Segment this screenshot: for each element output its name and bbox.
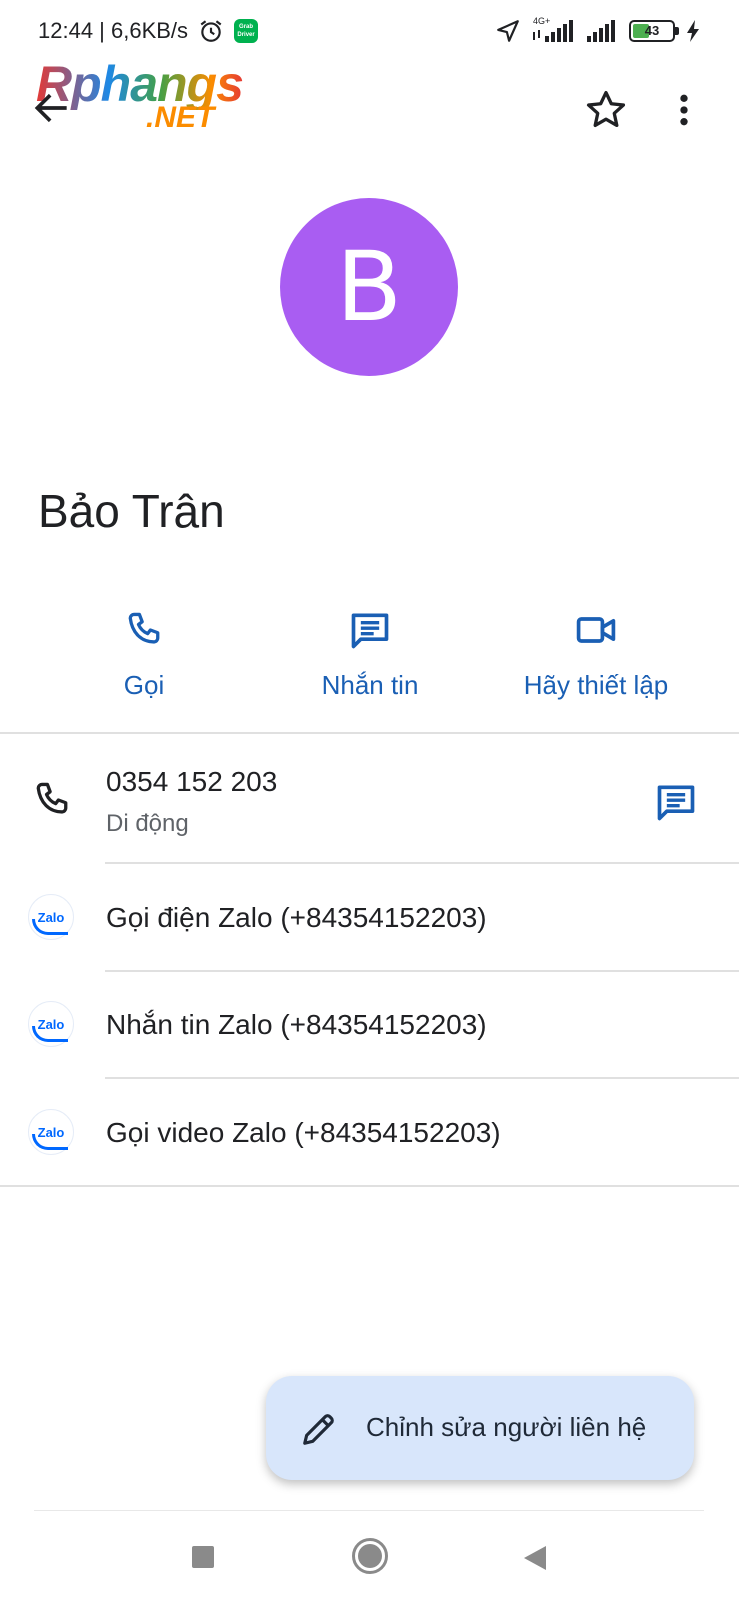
contact-name: Bảo Trân [38, 485, 225, 537]
location-arrow-icon [497, 20, 519, 42]
phone-icon [128, 612, 160, 644]
alarm-icon [200, 20, 222, 42]
nav-divider [34, 1510, 704, 1511]
grab-driver-icon: Grab Driver [234, 19, 259, 43]
call-action-button[interactable]: Gọi [44, 608, 244, 701]
message-icon[interactable] [654, 780, 698, 824]
divider [105, 970, 739, 972]
status-right: 4G+ 43 [495, 16, 701, 44]
zalo-icon: Zalo [28, 1109, 74, 1155]
net-type-label: 4G+ [533, 16, 551, 26]
divider [105, 1077, 739, 1079]
phone-row[interactable]: 0354 152 203 Di động [0, 766, 739, 846]
video-action-button[interactable]: Hãy thiết lập [496, 608, 696, 701]
divider [0, 1185, 739, 1187]
message-icon [351, 613, 389, 649]
zalo-video-label: Gọi video Zalo (+84354152203) [106, 1117, 501, 1148]
edit-pencil-icon [303, 1414, 334, 1445]
phone-icon [36, 782, 68, 814]
video-icon [576, 617, 616, 643]
more-vert-icon[interactable] [664, 88, 704, 132]
recents-square-icon[interactable] [192, 1546, 214, 1568]
zalo-icon: Zalo [28, 894, 74, 940]
message-action-button[interactable]: Nhắn tin [270, 608, 470, 701]
edit-contact-label: Chỉnh sửa người liên hệ [366, 1412, 647, 1442]
edit-contact-button[interactable]: Chỉnh sửa người liên hệ [266, 1376, 694, 1480]
video-action-label: Hãy thiết lập [523, 670, 669, 700]
signal-4g-icon: 4G+ [531, 16, 575, 44]
arrow-back-icon[interactable] [30, 86, 74, 130]
divider [105, 862, 739, 864]
message-action-label: Nhắn tin [321, 670, 419, 700]
phone-number: 0354 152 203 [106, 766, 278, 797]
battery-icon: 43 [629, 20, 679, 42]
star-outline-icon[interactable] [584, 88, 628, 132]
status-left: 12:44 | 6,6KB/s Grab Driver [38, 18, 259, 44]
signal-icon [587, 20, 615, 42]
charging-bolt-icon [687, 20, 699, 42]
zalo-icon: Zalo [28, 1001, 74, 1047]
battery-level: 43 [644, 23, 660, 38]
zalo-message-row[interactable]: Zalo Nhắn tin Zalo (+84354152203) [0, 993, 739, 1053]
zalo-call-row[interactable]: Zalo Gọi điện Zalo (+84354152203) [0, 886, 739, 946]
phone-type: Di động [106, 810, 189, 837]
home-circle-icon[interactable] [352, 1538, 388, 1574]
call-action-label: Gọi [123, 670, 165, 700]
avatar: B [280, 198, 458, 376]
nav-back-triangle-icon[interactable] [522, 1544, 548, 1572]
zalo-message-label: Nhắn tin Zalo (+84354152203) [106, 1009, 487, 1040]
zalo-video-row[interactable]: Zalo Gọi video Zalo (+84354152203) [0, 1101, 739, 1161]
divider [0, 732, 739, 734]
status-bar: 12:44 | 6,6KB/s Grab Driver 4G+ 43 [0, 0, 739, 64]
zalo-call-label: Gọi điện Zalo (+84354152203) [106, 902, 487, 933]
status-time-speed: 12:44 | 6,6KB/s [38, 18, 189, 43]
logo-sub-text: .NET [146, 101, 215, 134]
